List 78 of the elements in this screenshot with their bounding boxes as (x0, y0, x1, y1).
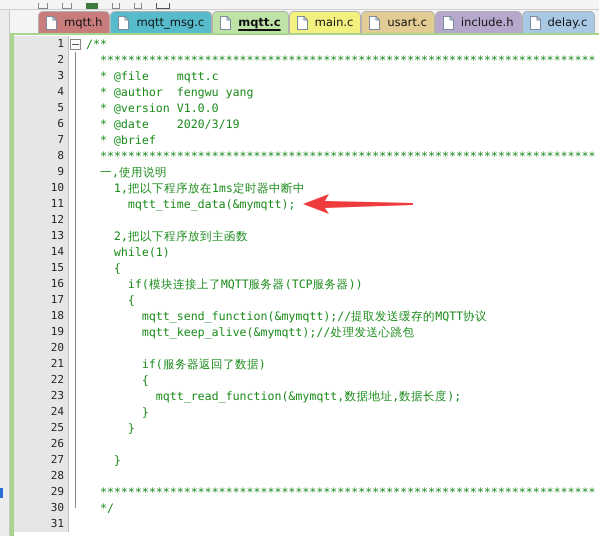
scroll-marker (0, 488, 3, 498)
line-number: 27 (50, 452, 64, 468)
line-number: 4 (57, 84, 64, 100)
line-number: 22 (50, 372, 64, 388)
code-line: mqtt_read_function(&mymqtt,数据地址,数据长度); (154, 388, 462, 404)
line-number: 12 (50, 212, 64, 228)
code-line: while(1) (112, 244, 170, 260)
code-line: *********************************************************************** (98, 148, 596, 164)
toolbar-button[interactable] (134, 3, 142, 9)
code-line: 一,使用说明 (98, 164, 167, 180)
line-number: 7 (57, 132, 64, 148)
file-icon (442, 16, 454, 30)
line-number: 6 (57, 116, 64, 132)
line-number: 15 (50, 260, 64, 276)
code-line: if(服务器返回了数据) (140, 356, 266, 372)
line-number: 21 (50, 356, 64, 372)
file-tab[interactable]: mqtt_msg.c (110, 11, 212, 33)
file-tab[interactable]: mqtt.h (38, 11, 110, 33)
code-line: *********************************************************************** (98, 484, 596, 500)
code-line: { (140, 372, 149, 388)
code-line: mqtt_send_function(&mymqtt);//提取发送缓存的MQTT协议 (140, 308, 488, 324)
file-tab[interactable]: delay.c (522, 11, 596, 33)
line-number: 1 (57, 36, 64, 52)
file-tab[interactable]: main.c (288, 11, 362, 33)
line-number: 28 (50, 468, 64, 484)
code-line: 1,把以下程序放在1ms定时器中断中 (112, 180, 305, 196)
line-number: 24 (50, 404, 64, 420)
file-icon (220, 16, 232, 30)
line-number: 3 (57, 68, 64, 84)
line-number: 2 (57, 52, 64, 68)
file-icon (46, 16, 57, 30)
line-number: 10 (50, 180, 64, 196)
code-line: { (112, 260, 121, 276)
file-icon (118, 16, 130, 30)
line-number: 11 (50, 196, 64, 212)
code-line: { (126, 292, 135, 308)
code-line: * @file mqtt.c (98, 68, 219, 84)
fold-toggle[interactable] (70, 38, 81, 50)
line-number: 19 (50, 324, 64, 340)
code-line: * @brief (98, 132, 156, 148)
line-number: 17 (50, 292, 64, 308)
code-line: } (112, 452, 121, 468)
line-number: 25 (50, 420, 64, 436)
line-number: 5 (57, 100, 64, 116)
code-line: * @version V1.0.0 (98, 100, 219, 116)
line-number: 30 (50, 500, 64, 516)
line-number: 13 (50, 228, 64, 244)
line-number: 20 (50, 340, 64, 356)
code-line: } (140, 404, 149, 420)
code-line: mqtt_keep_alive(&mymqtt);//处理发送心跳包 (140, 324, 414, 340)
code-line: 2,把以下程序放到主函数 (112, 228, 248, 244)
toolbar-button[interactable] (156, 3, 170, 9)
toolbar-button[interactable] (38, 3, 48, 9)
code-line: * @author fengwu yang (98, 84, 254, 100)
code-line: * @date 2020/3/19 (98, 116, 240, 132)
code-line: } (126, 420, 135, 436)
code-line: /** (85, 36, 107, 52)
code-line: mqtt_time_data(&mymqtt); (126, 196, 296, 212)
code-line: if(模块连接上了MQTT服务器(TCP服务器)) (126, 276, 363, 292)
line-number: 8 (57, 148, 64, 164)
toolbar-button[interactable] (112, 3, 120, 9)
file-icon (530, 16, 540, 30)
toolbar-button[interactable] (62, 3, 72, 9)
line-number: 23 (50, 388, 64, 404)
line-number: 9 (57, 164, 64, 180)
file-tab[interactable]: mqtt.c (212, 11, 289, 33)
line-number: 16 (50, 276, 64, 292)
line-number: 31 (50, 516, 64, 532)
line-number: 18 (50, 308, 64, 324)
file-icon (369, 16, 380, 30)
line-number: 14 (50, 244, 64, 260)
file-icon (296, 16, 308, 30)
file-tab[interactable]: usart.c (361, 11, 435, 33)
line-number: 26 (50, 436, 64, 452)
code-line: *********************************************************************** (98, 52, 596, 68)
line-number: 29 (50, 484, 64, 500)
code-line: */ (98, 500, 114, 516)
file-tab[interactable]: include.h (434, 11, 522, 33)
